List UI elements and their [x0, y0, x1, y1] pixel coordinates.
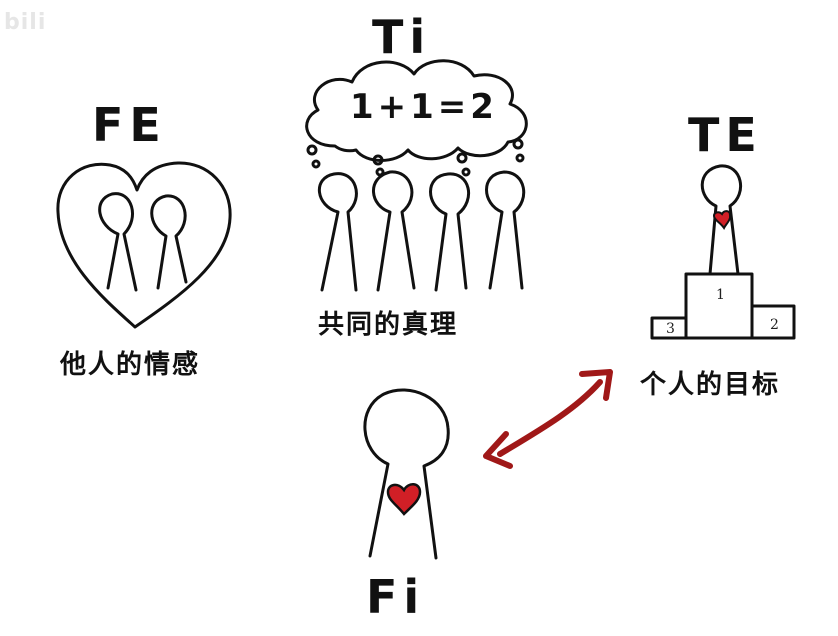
- fe-left-figure: [98, 192, 138, 292]
- te-podium-third: 3: [666, 321, 675, 337]
- ti-figure-2: [372, 170, 416, 292]
- fi-title: Fi: [366, 570, 426, 624]
- ti-title: Ti: [372, 10, 432, 64]
- te-title: TE: [688, 108, 763, 162]
- ti-thought-text: 1+1=2: [350, 87, 498, 127]
- fe-title: FE: [92, 98, 167, 152]
- te-heart-icon: [712, 210, 732, 230]
- fe-caption: 他人的情感: [60, 350, 201, 380]
- ti-bubble: [461, 167, 471, 177]
- ti-figure-4: [485, 170, 526, 290]
- te-podium-first: 1: [716, 287, 725, 303]
- te-caption: 个人的目标: [640, 370, 781, 400]
- fi-heart-icon: [386, 483, 422, 516]
- ti-bubble: [306, 144, 318, 156]
- fi-te-arrow: [483, 369, 613, 469]
- fe-heart-outline: [56, 161, 232, 329]
- te-podium-second: 2: [770, 317, 779, 333]
- ti-figure-3: [429, 172, 470, 292]
- ti-bubble: [456, 152, 468, 164]
- fe-right-figure: [150, 194, 188, 290]
- te-podium-divider: [684, 304, 754, 340]
- ti-bubble: [311, 159, 321, 169]
- ti-bubble: [515, 153, 525, 163]
- ti-caption: 共同的真理: [318, 310, 459, 340]
- ti-figure-1: [317, 172, 358, 292]
- ti-bubble: [512, 138, 524, 150]
- diagram-canvas: bili FE 他人的情感 Ti 1+1=2 共同的真理 TE 1 2 3 个人…: [0, 0, 838, 636]
- fi-figure: [363, 388, 450, 560]
